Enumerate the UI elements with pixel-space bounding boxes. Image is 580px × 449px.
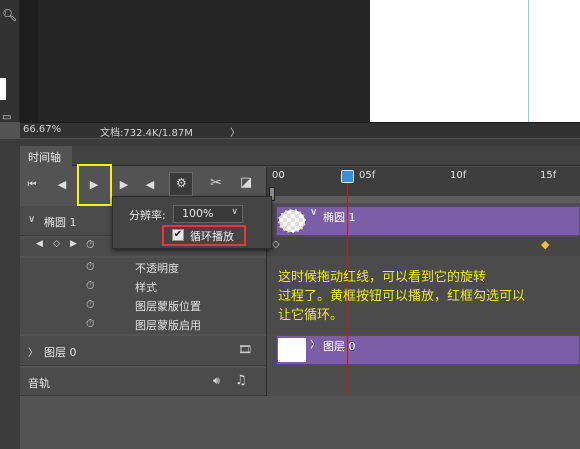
annotation-line-3: 让它循环。 (278, 308, 344, 323)
next-frame-button[interactable]: ▶ (116, 178, 132, 192)
status-menu-arrow[interactable]: 〉 (230, 124, 240, 139)
ruler-tick-00: 00 (272, 170, 285, 181)
transition-icon[interactable]: ◪ (238, 176, 254, 190)
annotation-line-2: 过程了。黄框按钮可以播放，红框勾选可以 (278, 289, 526, 304)
property-label-mask-position: 图层蒙版位置 (135, 300, 201, 313)
resolution-label: 分辨率: (129, 209, 166, 222)
foreground-swatch[interactable] (0, 78, 6, 100)
guide-line (528, 0, 529, 122)
expand-chevron-icon[interactable]: 〉 (28, 344, 38, 359)
clip-thumbnail (278, 338, 306, 362)
audio-track-row[interactable]: 音轨 🔊︎ ♫ (20, 368, 266, 396)
clip-expand-icon: ∨ (310, 207, 318, 218)
ruler-tick-05f: 05f (359, 170, 376, 181)
chevron-down-icon: ∨ (231, 207, 238, 217)
first-frame-button[interactable]: ⏮ (24, 178, 40, 192)
tool-strip: 🔍︎ ▭ (0, 0, 20, 123)
clip-thumbnail (278, 209, 306, 233)
resolution-value: 100% (182, 207, 214, 220)
clip-layer0[interactable]: 〉 图层 0 (276, 335, 580, 365)
settings-button[interactable]: ⚙ (169, 172, 193, 196)
loop-highlight-box (162, 225, 246, 246)
play-highlight-box (77, 164, 112, 206)
status-bar: 66.67% 文档:732.4K/1.87M 〉 (20, 122, 580, 139)
track-audio (266, 366, 580, 396)
stopwatch-icon[interactable]: ⏱ (86, 260, 95, 274)
ruler-tick-10f: 10f (450, 170, 467, 181)
resolution-select[interactable]: 100% ∨ (173, 205, 243, 223)
film-strip-icon[interactable]: 🎞︎ (238, 343, 252, 356)
playhead-handle[interactable] (341, 170, 354, 183)
property-row-mask-enable: ⏱ 图层蒙版启用 (20, 315, 266, 334)
stopwatch-icon[interactable]: ⏱ (86, 298, 95, 312)
prev-keyframe-icon[interactable]: ◀ (36, 239, 43, 249)
layer-name-ellipse: 椭圆 1 (44, 216, 77, 229)
ruler-tick-15f: 15f (540, 170, 557, 181)
keyframe-track: ◇ ◆ (266, 237, 580, 256)
property-row-opacity: ⏱ 不透明度 (20, 258, 266, 277)
next-keyframe-icon[interactable]: ▶ (70, 239, 77, 249)
clip-label-ellipse: 椭圆 1 (323, 211, 356, 224)
expand-chevron-icon[interactable]: ∨ (28, 214, 35, 225)
work-area-bar[interactable] (270, 196, 580, 203)
panel-divider (0, 139, 580, 146)
keyframe-start[interactable]: ◇ (272, 239, 280, 250)
panel-gutter (20, 0, 38, 122)
gear-icon: ⚙ (176, 176, 187, 190)
layer-name-layer0: 图层 0 (44, 346, 77, 359)
zoom-tool-icon[interactable]: 🔍︎ (2, 8, 17, 22)
layer-row-layer0[interactable]: 〉 图层 0 🎞︎ (20, 336, 266, 366)
clip-ellipse[interactable]: ∨ 椭圆 1 (276, 206, 580, 236)
document-size: 文档:732.4K/1.87M (100, 128, 193, 139)
stopwatch-icon[interactable]: ⏱ (86, 279, 95, 293)
keyframe-end[interactable]: ◆ (541, 238, 549, 251)
tab-bar (20, 146, 580, 166)
music-note-icon[interactable]: ♫ (235, 373, 247, 388)
audio-button[interactable]: ◀ (142, 178, 158, 192)
speaker-icon[interactable]: 🔊︎ (213, 374, 220, 388)
annotation-text: 这时候拖动红线，可以看到它的旋转 过程了。黄框按钮可以播放，红框勾选可以 让它循… (278, 268, 578, 325)
property-label-style: 样式 (135, 281, 157, 294)
property-row-mask-position: ⏱ 图层蒙版位置 (20, 296, 266, 315)
zoom-level[interactable]: 66.67% (23, 124, 61, 135)
split-scissors-icon[interactable]: ✂ (208, 176, 224, 190)
screen-mode-icon[interactable]: ▭ (2, 112, 11, 123)
clip-expand-icon: 〉 (310, 340, 320, 351)
canvas-area (38, 0, 370, 122)
property-label-mask-enable: 图层蒙版启用 (135, 319, 201, 332)
annotation-line-1: 这时候拖动红线，可以看到它的旋转 (278, 270, 487, 285)
clip-label-layer0: 图层 0 (323, 340, 356, 353)
panel-left-strip (0, 139, 20, 449)
tab-timeline[interactable]: 时间轴 (20, 146, 72, 167)
add-keyframe-icon[interactable]: ◇ (53, 239, 60, 249)
property-label-opacity: 不透明度 (135, 262, 179, 275)
stopwatch-icon[interactable]: ⏱ (86, 238, 95, 252)
audio-track-label: 音轨 (28, 377, 50, 390)
document-canvas[interactable] (370, 0, 580, 122)
property-row-style: ⏱ 样式 (20, 277, 266, 296)
previous-frame-button[interactable]: ◀ (54, 178, 70, 192)
stopwatch-icon[interactable]: ⏱ (86, 317, 95, 331)
timeline-bottom (20, 396, 580, 449)
